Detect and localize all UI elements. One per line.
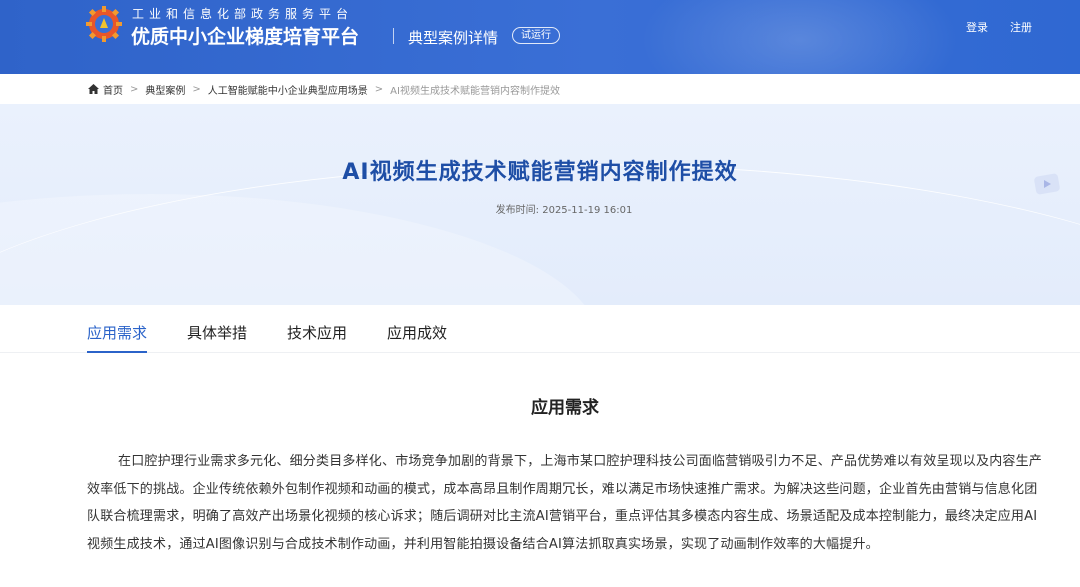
tab-specific-measures[interactable]: 具体举措 — [187, 322, 247, 343]
breadcrumb-cases[interactable]: 典型案例 — [145, 82, 185, 97]
header-decoration — [640, 0, 960, 74]
home-icon — [88, 84, 99, 94]
publish-label: 发布时间: — [495, 205, 540, 216]
section-heading: 应用需求 — [531, 398, 599, 418]
breadcrumb-separator: > — [192, 83, 201, 95]
tab-application-needs[interactable]: 应用需求 — [87, 322, 147, 343]
active-tab-indicator — [87, 351, 147, 353]
breadcrumb-scenarios[interactable]: 人工智能赋能中小企业典型应用场景 — [208, 82, 368, 97]
breadcrumb-separator: > — [374, 83, 384, 95]
header-divider — [393, 28, 394, 44]
trial-badge: 试运行 — [512, 27, 560, 44]
top-header: 工业和信息化部政务服务平台 优质中小企业梯度培育平台 典型案例详情 试运行 登录… — [0, 0, 1080, 74]
article-hero: AI视频生成技术赋能营销内容制作提效 发布时间: 2025-11-19 16:0… — [0, 104, 1080, 305]
publish-time: 发布时间: 2025-11-19 16:01 — [0, 201, 1080, 216]
breadcrumb: 首页 > 典型案例 > 人工智能赋能中小企业典型应用场景 > AI视频生成技术赋… — [0, 74, 1080, 104]
section-tabs: 应用需求 具体举措 技术应用 应用成效 — [0, 305, 1080, 353]
article-title: AI视频生成技术赋能营销内容制作提效 — [342, 160, 738, 185]
login-link[interactable]: 登录 — [966, 19, 988, 35]
breadcrumb-home[interactable]: 首页 — [103, 82, 123, 97]
tab-application-results[interactable]: 应用成效 — [387, 322, 447, 343]
play-icon — [1034, 173, 1060, 195]
page-section-title: 典型案例详情 — [408, 29, 499, 47]
breadcrumb-separator: > — [130, 83, 139, 95]
publish-time-value: 2025-11-19 16:01 — [542, 205, 633, 216]
platform-tagline: 工业和信息化部政务服务平台 — [132, 7, 354, 21]
breadcrumb-current: AI视频生成技术赋能营销内容制作提效 — [390, 85, 560, 97]
register-link[interactable]: 注册 — [1010, 19, 1032, 35]
platform-name[interactable]: 优质中小企业梯度培育平台 — [131, 22, 359, 49]
tab-technology-application[interactable]: 技术应用 — [287, 322, 347, 343]
section-paragraph: 在口腔护理行业需求多元化、细分类目多样化、市场竞争加剧的背景下，上海市某口腔护理… — [87, 454, 1043, 552]
gear-logo-icon[interactable] — [86, 6, 122, 42]
